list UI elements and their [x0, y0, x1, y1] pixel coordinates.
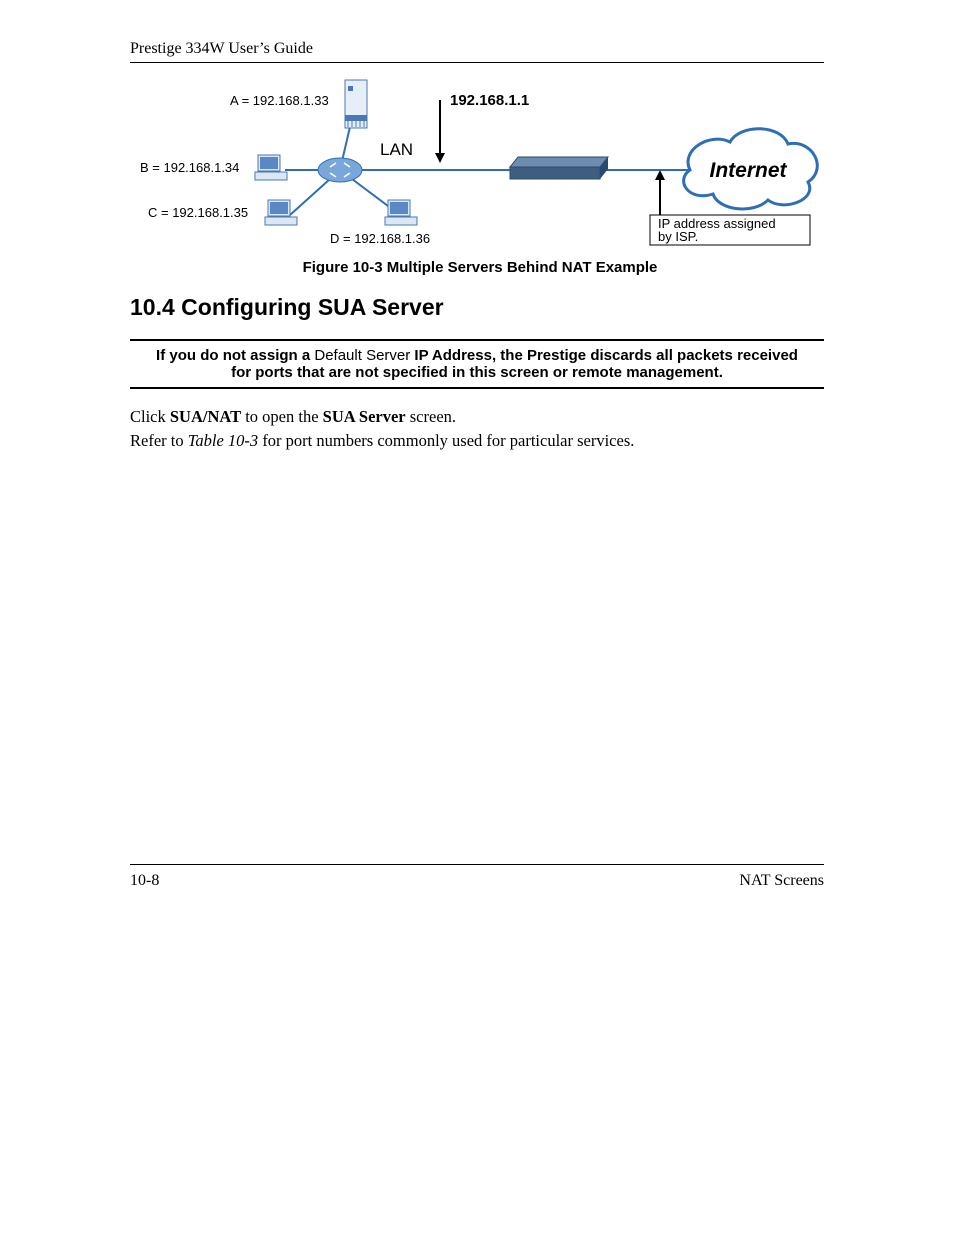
footer-section-name: NAT Screens [739, 872, 824, 890]
body1-pre: Click [130, 407, 170, 426]
body2-post: for port numbers commonly used for parti… [258, 431, 634, 450]
host-b-label: B = 192.168.1.34 [140, 160, 239, 175]
body-line-1: Click SUA/NAT to open the SUA Server scr… [130, 407, 824, 427]
body2-i: Table 10-3 [188, 431, 258, 450]
section-heading: 10.4 Configuring SUA Server [130, 294, 824, 321]
host-d-label: D = 192.168.1.36 [330, 231, 430, 246]
header-rule [130, 62, 824, 63]
router-icon [318, 158, 362, 182]
footer-page-number: 10-8 [130, 872, 159, 890]
nat-diagram-svg: Internet 192.168.1.1 LAN A = 192.168.1.3… [130, 75, 830, 250]
internet-label: Internet [709, 159, 787, 182]
router-ip-label: 192.168.1.1 [450, 92, 529, 109]
isp-arrow [655, 170, 665, 215]
host-a-label: A = 192.168.1.33 [230, 93, 329, 108]
lan-label: LAN [380, 140, 413, 159]
body1-b1: SUA/NAT [170, 407, 241, 426]
diagram: Internet 192.168.1.1 LAN A = 192.168.1.3… [130, 75, 830, 276]
figure-caption: Figure 10-3 Multiple Servers Behind NAT … [130, 259, 830, 276]
body2-pre: Refer to [130, 431, 188, 450]
note-box: If you do not assign a Default Server IP… [130, 339, 824, 389]
footer-rule [130, 864, 824, 865]
note-pre: If you do not assign a [156, 347, 314, 364]
isp-note-line2: by ISP. [658, 229, 698, 244]
pc-b-icon [255, 155, 287, 180]
body1-b2: SUA Server [323, 407, 406, 426]
body1-post: screen. [406, 407, 456, 426]
pc-d-icon [385, 200, 417, 225]
page: Prestige 334W User’s Guide [0, 0, 954, 1235]
body-line-2: Refer to Table 10-3 for port numbers com… [130, 431, 824, 451]
server-a-icon [345, 80, 367, 128]
prestige-device-icon [510, 157, 608, 179]
router-ip-arrow [435, 100, 445, 163]
note-mid: Default Server [314, 347, 410, 364]
footer: 10-8 NAT Screens [130, 872, 824, 890]
body1-mid: to open the [241, 407, 323, 426]
running-header: Prestige 334W User’s Guide [130, 40, 824, 58]
host-c-label: C = 192.168.1.35 [148, 205, 248, 220]
